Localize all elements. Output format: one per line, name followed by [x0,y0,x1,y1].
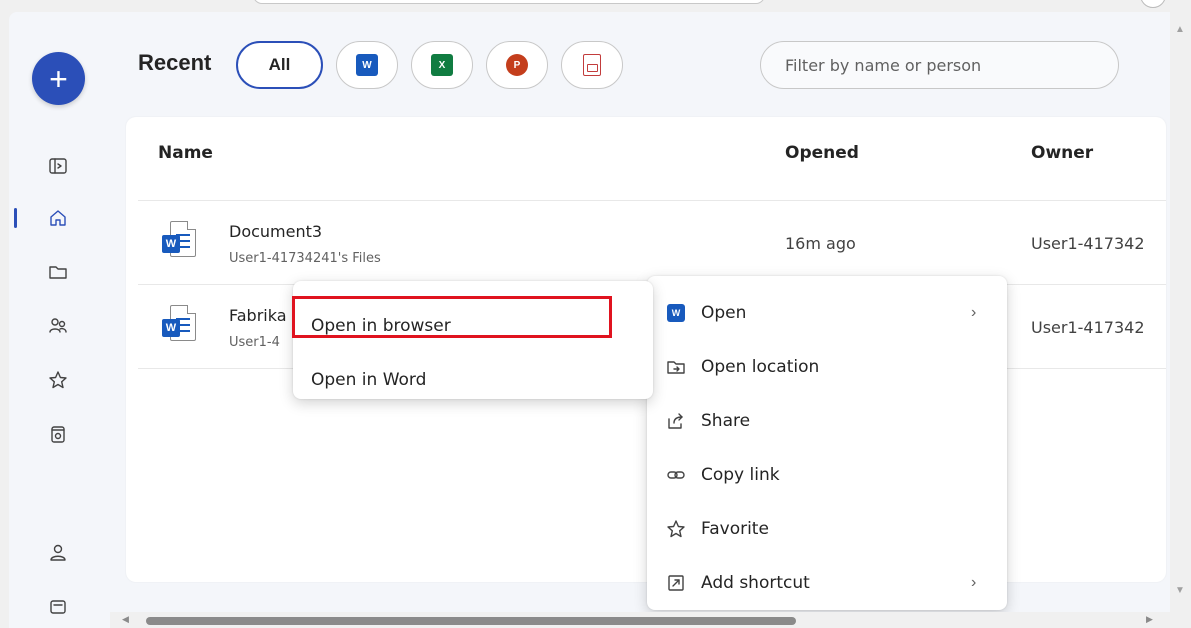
menu-item-copy-link[interactable]: Copy link [647,448,1007,502]
menu-item-label: Open [701,303,747,323]
filter-input[interactable]: Filter by name or person [760,41,1119,89]
filter-excel-chip[interactable]: X [411,41,473,89]
menu-item-label: Open location [701,357,820,377]
open-location-icon [665,356,687,378]
excel-icon: X [431,54,453,76]
file-opened: 16m ago [785,234,856,253]
word-doc-icon: W [158,221,202,267]
file-name[interactable]: Fabrika [229,306,287,325]
horizontal-scrollbar[interactable]: ◀ ▶ [110,612,1170,628]
filter-all-chip[interactable]: All [236,41,323,89]
pdf-icon [583,54,601,76]
file-location: User1-4 [229,335,280,350]
apps-icon[interactable] [47,596,69,618]
filter-placeholder: Filter by name or person [785,55,982,75]
highlight-box [292,296,612,338]
context-menu: W Open › Open location Share Copy link F… [647,276,1007,610]
chevron-right-icon: › [971,574,977,591]
account-icon[interactable] [47,542,69,564]
home-icon[interactable] [47,207,69,229]
submenu-item-label: Open in Word [311,370,427,390]
filter-powerpoint-chip[interactable]: P [486,41,548,89]
menu-item-label: Favorite [701,519,769,539]
star-icon[interactable] [47,369,69,391]
scroll-right-arrow-icon[interactable]: ▶ [1146,614,1153,625]
column-header-name[interactable]: Name [158,143,213,163]
expand-icon[interactable] [47,155,69,177]
filter-word-chip[interactable]: W [336,41,398,89]
menu-item-share[interactable]: Share [647,394,1007,448]
vertical-scrollbar[interactable]: ▲ ▼ [1170,12,1191,628]
scroll-down-arrow-icon[interactable]: ▼ [1175,585,1185,596]
recycle-bin-icon[interactable] [47,423,69,445]
menu-item-favorite[interactable]: Favorite [647,502,1007,556]
people-icon[interactable] [47,315,69,337]
scroll-left-arrow-icon[interactable]: ◀ [122,614,129,625]
left-rail: + [9,12,109,628]
scroll-up-arrow-icon[interactable]: ▲ [1175,24,1185,35]
create-button-label: + [49,60,68,97]
filter-all-label: All [268,55,291,74]
create-button[interactable]: + [32,52,85,105]
star-icon [665,518,687,540]
menu-item-open[interactable]: W Open › [647,286,1007,340]
word-icon: W [665,302,687,324]
horizontal-scroll-thumb[interactable] [146,617,796,625]
top-search-box[interactable] [253,0,765,4]
share-icon [665,410,687,432]
menu-item-label: Add shortcut [701,573,810,593]
chevron-right-icon: › [971,304,977,321]
file-owner: User1-417342 [1031,318,1145,337]
folder-icon[interactable] [47,261,69,283]
nav-active-indicator [14,208,17,228]
link-icon [665,464,687,486]
column-header-owner[interactable]: Owner [1031,143,1093,163]
submenu-item-open-in-word[interactable]: Open in Word [293,353,653,407]
menu-item-open-location[interactable]: Open location [647,340,1007,394]
menu-item-label: Share [701,411,751,431]
column-header-opened[interactable]: Opened [785,143,859,163]
page-title: Recent [138,50,212,75]
file-location: User1-41734241's Files [229,251,381,266]
menu-item-label: Copy link [701,465,780,485]
file-owner: User1-417342 [1031,234,1145,253]
word-doc-icon: W [158,305,202,351]
filter-pdf-chip[interactable] [561,41,623,89]
row-divider [138,200,1166,201]
shortcut-icon [665,572,687,594]
powerpoint-icon: P [506,54,528,76]
file-name[interactable]: Document3 [229,222,322,241]
word-icon: W [356,54,378,76]
menu-item-add-shortcut[interactable]: Add shortcut › [647,556,1007,610]
